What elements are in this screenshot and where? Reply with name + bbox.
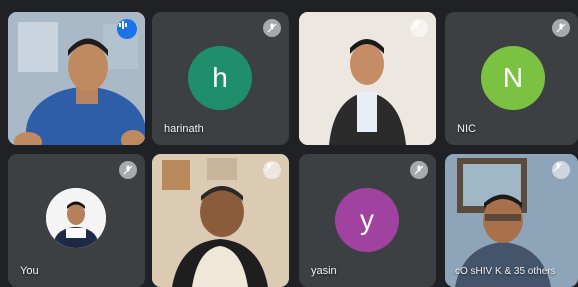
participant-name: harinath (164, 123, 204, 135)
participant-name: yasin (311, 265, 337, 277)
participant-name: NIC (457, 123, 476, 135)
avatar (46, 188, 106, 248)
tile-participant[interactable]: N NIC (445, 12, 578, 145)
participant-name: You (20, 265, 39, 277)
tile-self[interactable]: You (8, 154, 145, 287)
others-label: cO sHIV K & 35 others (455, 266, 556, 277)
tile-others[interactable]: cO sHIV K & 35 others (445, 154, 578, 287)
mic-muted-icon[interactable] (552, 19, 570, 37)
tile-participant[interactable]: y yasin (299, 154, 436, 287)
mic-muted-icon[interactable] (119, 161, 137, 179)
tile-participant-video[interactable] (152, 154, 289, 287)
avatar: h (188, 46, 252, 110)
profile-photo (46, 188, 106, 248)
avatar: N (481, 46, 545, 110)
mic-muted-icon[interactable] (552, 161, 570, 179)
mic-muted-icon[interactable] (263, 19, 281, 37)
mic-muted-icon[interactable] (263, 161, 281, 179)
tile-participant-video[interactable] (299, 12, 436, 145)
avatar: y (335, 188, 399, 252)
speaking-indicator-icon (117, 19, 137, 39)
tile-active-speaker[interactable] (8, 12, 145, 145)
mic-muted-icon[interactable] (410, 19, 428, 37)
mic-muted-icon[interactable] (410, 161, 428, 179)
participant-grid: h harinath N NIC You y yasin cO sHIV K &… (0, 0, 578, 287)
tile-participant[interactable]: h harinath (152, 12, 289, 145)
